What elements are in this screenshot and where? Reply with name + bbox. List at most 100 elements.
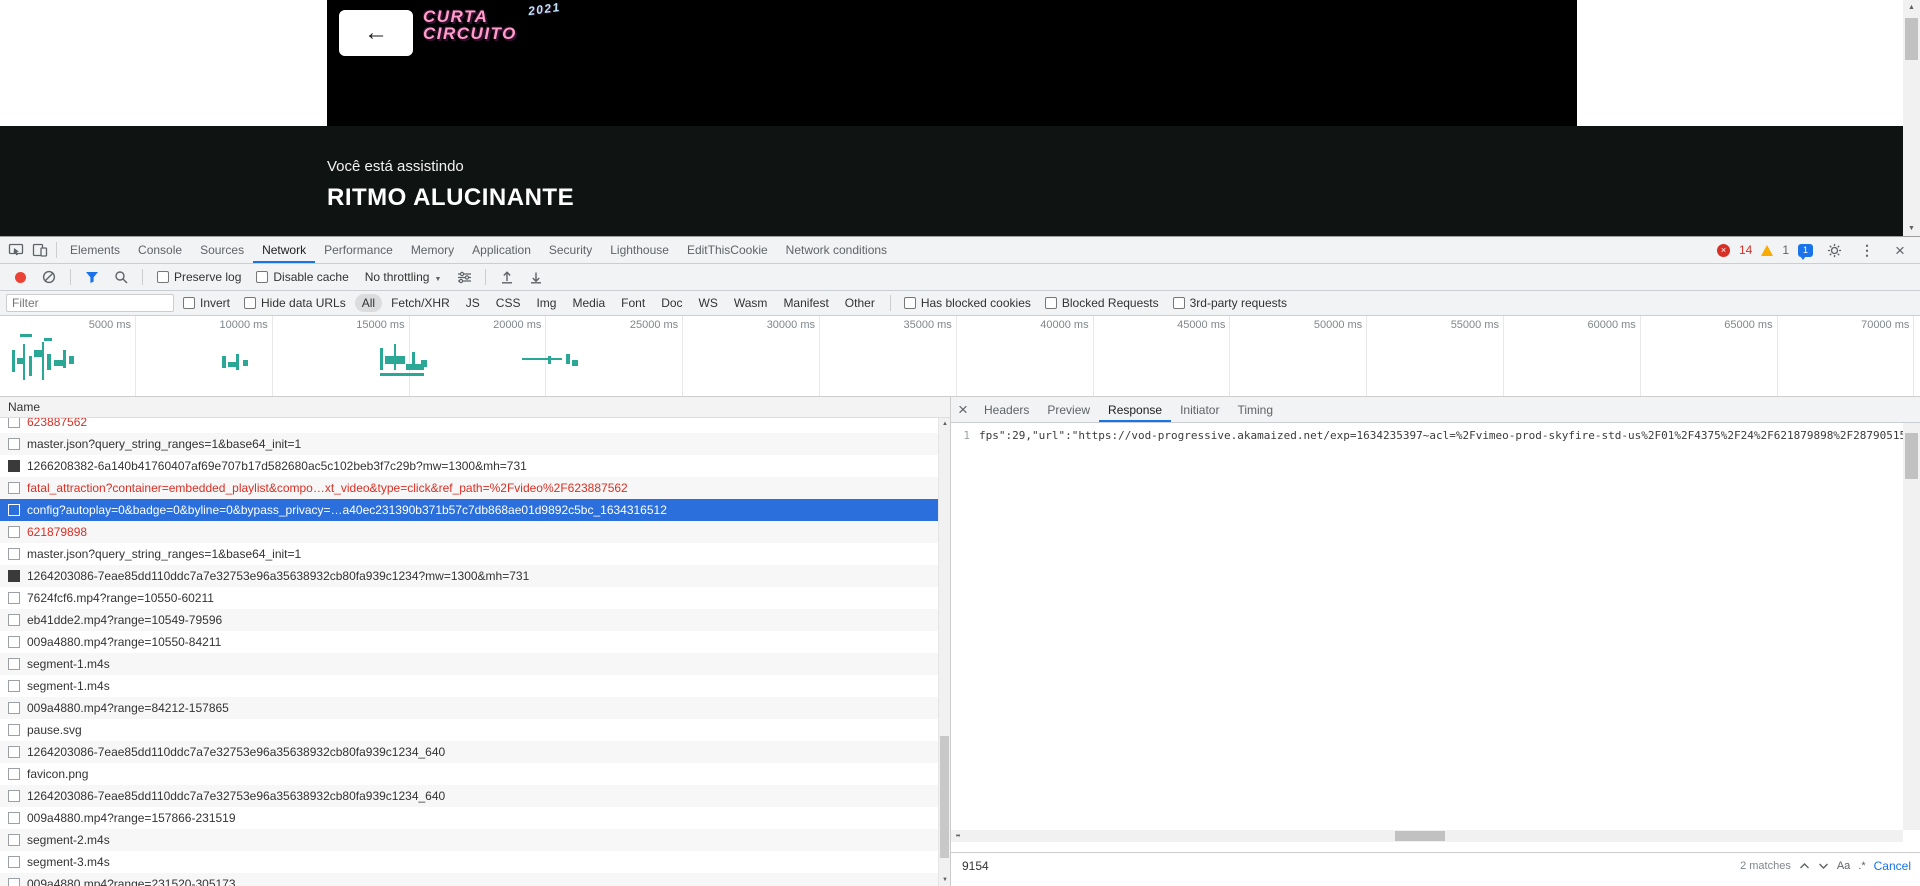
device-toolbar-icon[interactable] (28, 238, 52, 262)
request-type-filter[interactable]: Wasm (727, 294, 775, 312)
devtools-tab[interactable]: EditThisCookie (678, 237, 777, 263)
table-row[interactable]: pause.svg (0, 719, 950, 741)
third-party-requests-checkbox[interactable]: 3rd-party requests (1172, 296, 1287, 310)
request-type-filter[interactable]: Fetch/XHR (384, 294, 457, 312)
detail-tab[interactable]: Preview (1038, 397, 1099, 422)
table-row[interactable]: 621879898 (0, 521, 950, 543)
request-type-filter[interactable]: JS (459, 294, 487, 312)
scrollbar-thumb[interactable] (1905, 433, 1918, 479)
detail-tab[interactable]: Headers (975, 397, 1038, 422)
devtools-tab[interactable]: Elements (61, 237, 129, 263)
disable-cache-checkbox[interactable]: Disable cache (256, 270, 349, 284)
table-row[interactable]: master.json?query_string_ranges=1&base64… (0, 433, 950, 455)
page-scrollbar[interactable] (1903, 0, 1920, 236)
filter-icon[interactable] (80, 265, 104, 289)
response-vertical-scrollbar[interactable] (1903, 423, 1920, 830)
next-match-icon[interactable] (1818, 862, 1829, 870)
request-type-filter[interactable]: Img (529, 294, 563, 312)
more-menu-icon[interactable] (1855, 238, 1879, 262)
scroll-right-icon[interactable] (951, 830, 965, 842)
devtools-tab[interactable]: Performance (315, 237, 402, 263)
regex-button[interactable]: .* (1858, 860, 1865, 872)
request-type-filter[interactable]: Other (838, 294, 882, 312)
export-har-icon[interactable] (524, 265, 548, 289)
search-input[interactable] (960, 857, 1733, 874)
cancel-search-button[interactable]: Cancel (1874, 859, 1911, 873)
warning-count[interactable]: 1 (1782, 243, 1789, 257)
table-row[interactable]: 009a4880.mp4?range=84212-157865 (0, 697, 950, 719)
response-horizontal-scrollbar[interactable] (951, 830, 1903, 842)
table-row[interactable]: 7624fcf6.mp4?range=10550-60211 (0, 587, 950, 609)
record-icon[interactable] (8, 265, 32, 289)
network-conditions-icon[interactable] (452, 265, 476, 289)
close-devtools-icon[interactable] (1888, 238, 1912, 262)
hide-data-urls-checkbox[interactable]: Hide data URLs (244, 296, 346, 310)
previous-match-icon[interactable] (1799, 862, 1810, 870)
devtools-tab[interactable]: Application (463, 237, 540, 263)
scrollbar-thumb[interactable] (940, 736, 949, 858)
devtools-tab[interactable]: Sources (191, 237, 253, 263)
settings-gear-icon[interactable] (1822, 238, 1846, 262)
request-type-filter[interactable]: WS (692, 294, 725, 312)
preserve-log-checkbox[interactable]: Preserve log (157, 270, 241, 284)
table-row[interactable]: fatal_attraction?container=embedded_play… (0, 477, 950, 499)
invert-checkbox[interactable]: Invert (183, 296, 230, 310)
devtools-tab[interactable]: Security (540, 237, 601, 263)
clear-icon[interactable] (37, 265, 61, 289)
curta-circuito-logo[interactable]: CURTA CIRCUITO 2021 (423, 0, 563, 42)
devtools-tab[interactable]: Console (129, 237, 191, 263)
error-count-icon[interactable] (1716, 243, 1730, 257)
scroll-up-icon[interactable] (1903, 0, 1920, 15)
table-row[interactable]: 1264203086-7eae85dd110ddc7a7e32753e96a35… (0, 785, 950, 807)
request-type-filter[interactable]: CSS (489, 294, 528, 312)
scroll-up-icon[interactable] (939, 418, 950, 430)
request-type-filter[interactable]: Media (565, 294, 612, 312)
devtools-tab[interactable]: Lighthouse (601, 237, 678, 263)
name-column-header[interactable]: Name (0, 397, 950, 418)
devtools-tab[interactable]: Memory (402, 237, 463, 263)
warning-icon[interactable] (1761, 244, 1774, 256)
close-panel-icon[interactable] (951, 401, 975, 418)
detail-tab[interactable]: Initiator (1171, 397, 1228, 422)
network-overview[interactable]: 5000 ms 10000 ms 15000 ms 20000 ms 25000 ms 3… (0, 316, 1920, 397)
throttling-select[interactable]: No throttling (365, 270, 442, 284)
scrollbar-thumb[interactable] (1395, 831, 1445, 841)
error-count[interactable]: 14 (1739, 243, 1752, 257)
table-row[interactable]: segment-1.m4s (0, 675, 950, 697)
table-row[interactable]: favicon.png (0, 763, 950, 785)
table-row[interactable]: eb41dde2.mp4?range=10549-79596 (0, 609, 950, 631)
table-row[interactable]: segment-2.m4s (0, 829, 950, 851)
devtools-tab[interactable]: Network conditions (777, 237, 896, 263)
scroll-down-icon[interactable] (1903, 221, 1920, 236)
back-button[interactable] (339, 10, 413, 56)
devtools-tab[interactable]: Network (253, 237, 315, 263)
table-row[interactable]: 009a4880.mp4?range=10550-84211 (0, 631, 950, 653)
import-har-icon[interactable] (495, 265, 519, 289)
table-row[interactable]: 1264203086-7eae85dd110ddc7a7e32753e96a35… (0, 741, 950, 763)
table-row[interactable]: 623887562 (0, 418, 950, 433)
blocked-requests-checkbox[interactable]: Blocked Requests (1044, 296, 1159, 310)
request-type-filter[interactable]: Manifest (776, 294, 835, 312)
search-icon[interactable] (109, 265, 133, 289)
request-type-filter[interactable]: All (354, 294, 383, 312)
table-row[interactable]: master.json?query_string_ranges=1&base64… (0, 543, 950, 565)
match-case-button[interactable]: Aa (1837, 860, 1850, 872)
filter-input[interactable] (6, 294, 174, 312)
table-row[interactable]: 009a4880.mp4?range=231520-305173 (0, 873, 950, 886)
table-row[interactable]: segment-1.m4s (0, 653, 950, 675)
table-row[interactable]: segment-3.m4s (0, 851, 950, 873)
page-scrollbar-thumb[interactable] (1905, 18, 1918, 60)
inspect-element-icon[interactable] (4, 238, 28, 262)
table-row[interactable]: 1266208382-6a140b41760407af69e707b17d582… (0, 455, 950, 477)
detail-tab[interactable]: Response (1099, 397, 1171, 422)
request-list-scrollbar[interactable] (938, 418, 950, 886)
request-type-filter[interactable]: Font (614, 294, 652, 312)
issues-icon[interactable]: 1 (1798, 243, 1813, 260)
has-blocked-cookies-checkbox[interactable]: Has blocked cookies (903, 296, 1031, 310)
table-row[interactable]: 009a4880.mp4?range=157866-231519 (0, 807, 950, 829)
table-row[interactable]: 1264203086-7eae85dd110ddc7a7e32753e96a35… (0, 565, 950, 587)
video-player[interactable]: CURTA CIRCUITO 2021 (327, 0, 1577, 126)
scroll-down-icon[interactable] (939, 874, 950, 886)
detail-tab[interactable]: Timing (1228, 397, 1282, 422)
request-type-filter[interactable]: Doc (654, 294, 689, 312)
